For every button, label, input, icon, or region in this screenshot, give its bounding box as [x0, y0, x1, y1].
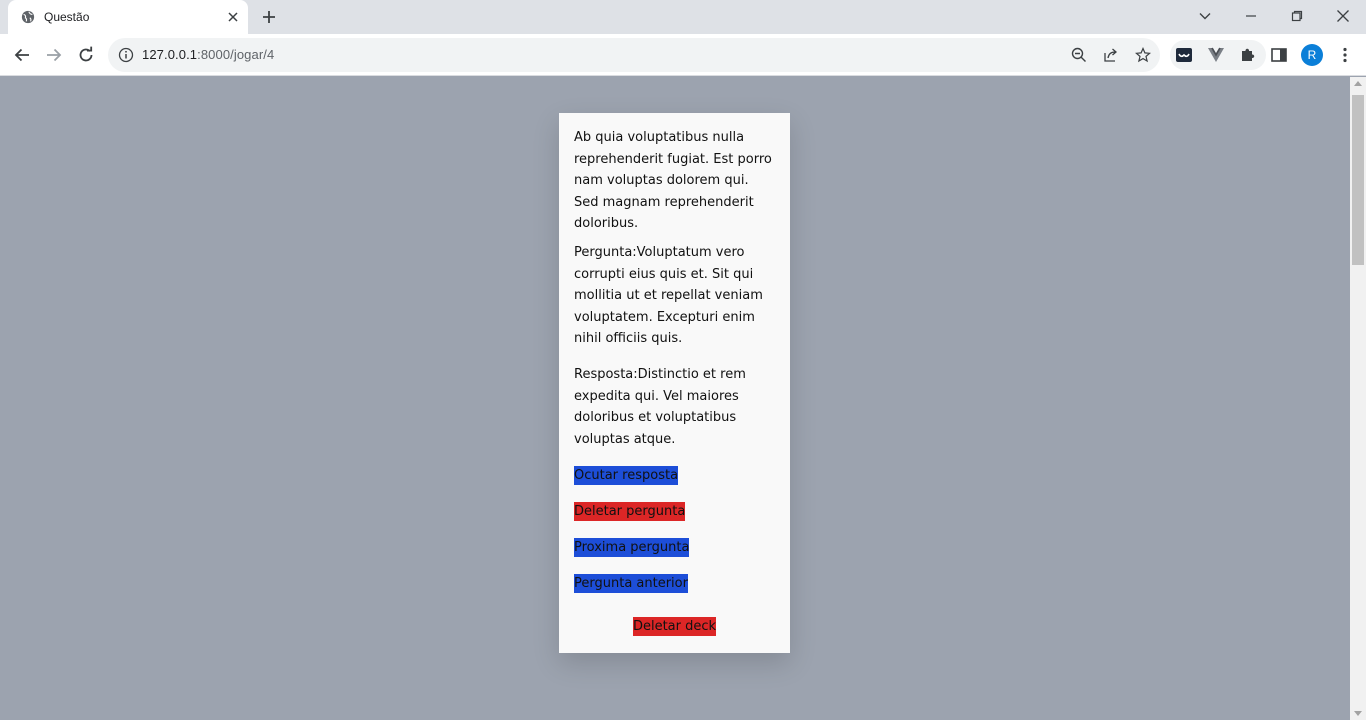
answer-text: Resposta:Distinctio et rem expedita qui.…	[574, 366, 746, 447]
browser-toolbar: 127.0.0.1:8000/jogar/4	[0, 34, 1366, 76]
info-icon[interactable]	[118, 47, 134, 63]
share-icon[interactable]	[1103, 47, 1119, 63]
puzzle-icon[interactable]	[1239, 46, 1257, 64]
chevron-down-icon	[1199, 13, 1211, 20]
previous-question-button[interactable]: Pergunta anterior	[574, 574, 688, 594]
tab-title: Questão	[44, 10, 90, 24]
delete-deck-button[interactable]: Deletar deck	[632, 617, 717, 637]
minimize-icon	[1246, 15, 1256, 17]
restore-button[interactable]	[1274, 0, 1320, 32]
star-icon[interactable]	[1135, 47, 1151, 63]
tab-strip: Questão	[0, 0, 1366, 34]
question-card: Ab quia voluptatibus nulla reprehenderit…	[559, 113, 790, 653]
scroll-up-arrow-icon[interactable]	[1354, 81, 1362, 86]
scrollbar[interactable]	[1350, 77, 1366, 720]
kebab-menu-icon[interactable]	[1336, 46, 1354, 64]
minimize-button[interactable]	[1228, 0, 1274, 32]
next-question-button[interactable]: Proxima pergunta	[574, 538, 690, 558]
back-button[interactable]	[11, 44, 33, 66]
reload-icon	[79, 46, 93, 62]
scroll-down-arrow-icon[interactable]	[1354, 711, 1362, 716]
browser-tab[interactable]: Questão	[8, 0, 248, 34]
forward-button[interactable]	[43, 44, 65, 66]
url-host: 127.0.0.1	[142, 47, 198, 62]
globe-icon	[21, 10, 35, 24]
reload-button[interactable]	[75, 44, 97, 66]
vue-icon[interactable]	[1207, 46, 1225, 64]
arrow-right-icon	[47, 48, 62, 62]
tab-search-button[interactable]	[1182, 0, 1228, 32]
question-text: Pergunta:Voluptatum vero corrupti eius q…	[574, 244, 763, 347]
close-window-button[interactable]	[1320, 0, 1366, 32]
avatar[interactable]: R	[1301, 44, 1323, 66]
scrollbar-thumb[interactable]	[1352, 95, 1364, 265]
question-description: Ab quia voluptatibus nulla reprehenderit…	[574, 130, 772, 232]
arrow-left-icon	[14, 48, 29, 62]
page-viewport: Ab quia voluptatibus nulla reprehenderit…	[0, 77, 1350, 720]
extension-icon[interactable]	[1175, 46, 1193, 64]
close-icon	[1337, 10, 1349, 22]
zoom-icon[interactable]	[1071, 47, 1087, 63]
url-text[interactable]: 127.0.0.1:8000/jogar/4	[142, 47, 274, 62]
close-icon[interactable]	[226, 10, 240, 24]
restore-icon	[1291, 10, 1303, 22]
plus-icon[interactable]	[261, 9, 277, 25]
address-bar[interactable]: 127.0.0.1:8000/jogar/4	[108, 38, 1160, 72]
url-path: :8000/jogar/4	[197, 47, 275, 62]
hide-answer-button[interactable]: Ocutar resposta	[574, 466, 679, 486]
extensions-group	[1170, 40, 1266, 70]
delete-question-button[interactable]: Deletar pergunta	[574, 502, 686, 522]
side-panel-icon[interactable]	[1270, 46, 1288, 64]
